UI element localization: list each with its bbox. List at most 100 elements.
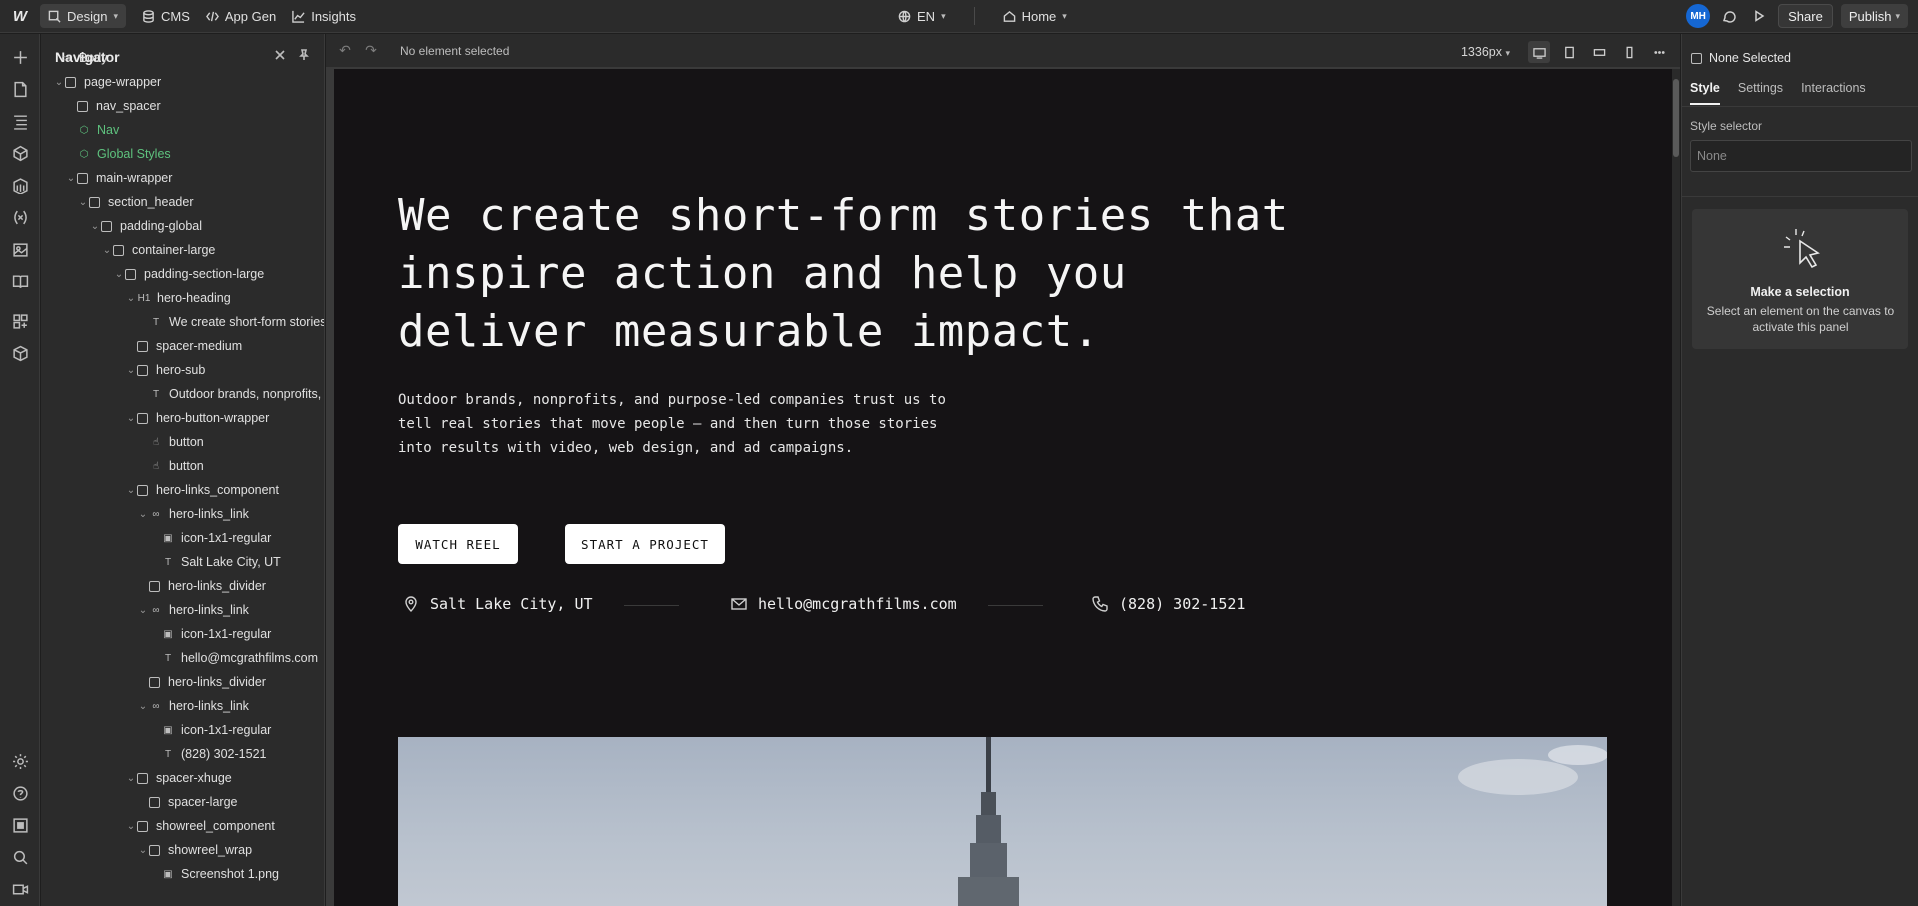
navigator-tree-item[interactable]: spacer-medium xyxy=(125,334,242,358)
website-canvas-page[interactable]: We create short-form stories that inspir… xyxy=(334,69,1672,906)
navigator-tree-item[interactable]: Thello@mcgrathfilms.com xyxy=(149,646,318,670)
scrollbar-thumb[interactable] xyxy=(1673,79,1679,157)
search-icon[interactable] xyxy=(10,847,30,867)
locale-dropdown[interactable]: EN ▾ xyxy=(890,4,954,28)
navigator-tree-item[interactable]: ⌄ hero-sub xyxy=(125,358,206,382)
3d-box-icon[interactable] xyxy=(10,343,30,363)
navigator-tree-item[interactable]: ⌄ H1 hero-heading xyxy=(125,286,231,310)
undo-icon[interactable]: ↶ xyxy=(332,42,358,59)
library-icon[interactable] xyxy=(10,271,30,291)
chevron-down-icon[interactable]: ⌄ xyxy=(77,197,89,208)
navigator-tree-item[interactable]: ☝ button xyxy=(137,454,204,478)
navigator-tree-item[interactable]: ⌄ padding-global xyxy=(89,214,202,238)
chevron-down-icon[interactable]: ⌄ xyxy=(137,845,149,856)
navigator-tree-item[interactable]: ⌄ ∞ hero-links_link xyxy=(137,502,249,526)
hero-heading[interactable]: We create short-form stories that inspir… xyxy=(398,187,1298,361)
navigator-tree-item[interactable]: ⌄ showreel_wrap xyxy=(137,838,252,862)
insights-button[interactable]: Insights xyxy=(284,4,364,28)
chevron-down-icon[interactable]: ⌄ xyxy=(137,701,149,712)
publish-button[interactable]: Publish ▾ xyxy=(1840,4,1908,28)
cms-collections-icon[interactable] xyxy=(10,175,30,195)
webflow-logo-icon[interactable]: W xyxy=(0,0,40,33)
help-icon[interactable] xyxy=(10,783,30,803)
canvas-scrollbar[interactable] xyxy=(1672,69,1680,906)
hero-sub[interactable]: Outdoor brands, nonprofits, and purpose-… xyxy=(398,388,958,460)
style-selector-input[interactable]: None xyxy=(1690,140,1912,172)
chevron-down-icon[interactable]: ⌄ xyxy=(125,485,137,496)
navigator-tree-item[interactable]: ▣ icon-1x1-regular xyxy=(149,622,271,646)
redo-icon[interactable]: ↷ xyxy=(358,42,384,59)
navigator-tree-item[interactable]: ☝ button xyxy=(137,430,204,454)
navigator-tree-item[interactable]: ⌄ spacer-xhuge xyxy=(125,766,232,790)
navigator-tree-item[interactable]: hero-links_divider xyxy=(137,574,266,598)
navigator-tree-item[interactable]: spacer-large xyxy=(137,790,237,814)
components-icon[interactable] xyxy=(10,143,30,163)
design-mode-button[interactable]: Design ▾ xyxy=(40,4,126,28)
chevron-down-icon[interactable]: ⌄ xyxy=(125,365,137,376)
hero-link-location[interactable]: Salt Lake City, UT xyxy=(402,592,593,616)
tablet-breakpoint-button[interactable] xyxy=(1558,41,1580,63)
navigator-tree-item[interactable]: ⌄ main-wrapper xyxy=(65,166,173,190)
app-gen-button[interactable]: App Gen xyxy=(198,4,284,28)
tab-interactions[interactable]: Interactions xyxy=(1801,77,1866,103)
pin-icon[interactable] xyxy=(298,49,310,61)
hero-link-email[interactable]: hello@mcgrathfilms.com xyxy=(730,592,957,616)
navigator-tree-item[interactable]: ▭ Body xyxy=(47,46,107,70)
chevron-down-icon[interactable]: ⌄ xyxy=(113,269,125,280)
apps-icon[interactable] xyxy=(10,311,30,331)
navigator-tree-item[interactable]: ⌄ ∞ hero-links_link xyxy=(137,598,249,622)
assets-icon[interactable] xyxy=(10,239,30,259)
navigator-tree-item[interactable]: ⌄ showreel_component xyxy=(125,814,275,838)
navigator-tree-item[interactable]: ⌄ padding-section-large xyxy=(113,262,264,286)
pages-icon[interactable] xyxy=(10,79,30,99)
mobile-portrait-button[interactable] xyxy=(1618,41,1640,63)
audit-icon[interactable] xyxy=(10,815,30,835)
variables-icon[interactable] xyxy=(10,207,30,227)
tab-style[interactable]: Style xyxy=(1690,77,1720,105)
watch-reel-button[interactable]: WATCH REEL xyxy=(398,524,518,564)
avatar[interactable]: MH xyxy=(1686,4,1711,28)
navigator-tree-item[interactable]: ⌄ hero-button-wrapper xyxy=(125,406,269,430)
navigator-tree-item[interactable]: ⌄ section_header xyxy=(77,190,194,214)
navigator-tree-item[interactable]: ▣ Screenshot 1.png xyxy=(149,862,279,886)
navigator-tree-item[interactable]: hero-links_divider xyxy=(137,670,266,694)
add-icon[interactable] xyxy=(10,47,30,67)
chevron-down-icon[interactable]: ⌄ xyxy=(137,509,149,520)
share-button[interactable]: Share xyxy=(1778,4,1833,28)
navigator-tree-item[interactable]: ⌄ ∞ hero-links_link xyxy=(137,694,249,718)
navigator-tree-item[interactable]: ▣ icon-1x1-regular xyxy=(149,718,271,742)
tab-settings[interactable]: Settings xyxy=(1738,77,1783,103)
chevron-down-icon[interactable]: ⌄ xyxy=(125,413,137,424)
settings-icon[interactable] xyxy=(10,751,30,771)
chevron-down-icon[interactable]: ⌄ xyxy=(89,221,101,232)
more-options-button[interactable] xyxy=(1648,41,1670,63)
navigator-icon[interactable] xyxy=(10,111,30,131)
chevron-down-icon[interactable]: ⌄ xyxy=(125,293,137,304)
page-dropdown[interactable]: Home ▾ xyxy=(995,4,1075,28)
navigator-tree-item[interactable]: T We create short-form stories xyxy=(137,310,324,334)
video-tutorial-icon[interactable] xyxy=(10,879,30,899)
preview-button[interactable] xyxy=(1748,5,1770,27)
navigator-tree-item[interactable]: ⌄ page-wrapper xyxy=(53,70,161,94)
comments-button[interactable] xyxy=(1718,5,1740,27)
chevron-down-icon[interactable]: ⌄ xyxy=(53,77,65,88)
navigator-tree-item[interactable]: ⌄ container-large xyxy=(101,238,216,262)
chevron-down-icon[interactable]: ⌄ xyxy=(125,773,137,784)
desktop-breakpoint-button[interactable] xyxy=(1528,41,1550,63)
start-project-button[interactable]: START A PROJECT xyxy=(565,524,725,564)
collapse-icon[interactable] xyxy=(274,49,286,61)
navigator-tree-item[interactable]: T Salt Lake City, UT xyxy=(149,550,281,574)
chevron-down-icon[interactable]: ⌄ xyxy=(137,605,149,616)
navigator-tree-item[interactable]: ⬡ Global Styles xyxy=(65,142,171,166)
navigator-tree-item[interactable]: nav_spacer xyxy=(65,94,161,118)
navigator-tree-item[interactable]: ⌄ hero-links_component xyxy=(125,478,279,502)
mobile-landscape-button[interactable] xyxy=(1588,41,1610,63)
navigator-tree-item[interactable]: T (828) 302-1521 xyxy=(149,742,267,766)
navigator-tree-item[interactable]: T Outdoor brands, nonprofits, xyxy=(137,382,321,406)
cms-button[interactable]: CMS xyxy=(134,4,198,28)
breakpoint-width[interactable]: 1336px ▾ xyxy=(1461,45,1510,59)
showreel-image[interactable] xyxy=(398,737,1607,906)
hero-link-phone[interactable]: (828) 302-1521 xyxy=(1091,592,1245,616)
chevron-down-icon[interactable]: ⌄ xyxy=(65,173,77,184)
navigator-tree-item[interactable]: ▣ icon-1x1-regular xyxy=(149,526,271,550)
